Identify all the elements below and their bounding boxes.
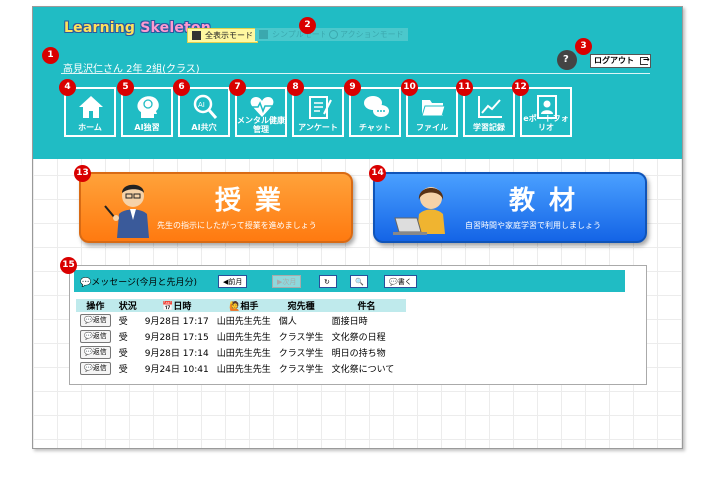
mode-simple-button[interactable]: シンプルモード xyxy=(255,28,332,41)
teacher-icon xyxy=(104,184,149,238)
chat-icon xyxy=(364,96,389,117)
reload-button[interactable]: ↻ xyxy=(319,275,337,288)
lesson-button[interactable]: 授業 先生の指示にしたがって授業を進めましょう xyxy=(79,172,353,243)
person-icon: 🙋 xyxy=(229,302,241,312)
calendar-icon: 📅 xyxy=(162,302,174,312)
annotation-badge: 15 xyxy=(60,257,77,274)
annotation-badge: 6 xyxy=(173,79,190,96)
ai-magnifier-icon: AI xyxy=(193,94,218,119)
column-header: 📅日時 xyxy=(140,299,213,312)
nav-mental-health-button[interactable]: メンタル健康管理 xyxy=(235,87,287,137)
annotation-badge: 7 xyxy=(229,79,246,96)
messages-toolbar: 💬メッセージ(今月と先月分) ◀前月 ▶次月 ↻ 🔍 💬書く xyxy=(74,270,625,292)
reply-button[interactable]: 💬返信 xyxy=(80,361,111,375)
annotation-badge: 8 xyxy=(287,79,304,96)
messages-panel: 💬メッセージ(今月と先月分) ◀前月 ▶次月 ↻ 🔍 💬書く 操作 状況 📅日時… xyxy=(69,265,647,385)
nav-learning-record-button[interactable]: 学習記録 xyxy=(463,87,515,137)
write-button[interactable]: 💬書く xyxy=(384,275,417,288)
home-icon xyxy=(79,96,103,118)
material-subtitle: 自習時間や家庭学習で利用しましょう xyxy=(465,221,601,230)
message-icon: 💬 xyxy=(80,278,92,288)
logout-icon xyxy=(640,54,650,66)
grid-icon xyxy=(192,31,201,40)
annotation-badge: 11 xyxy=(456,79,473,96)
lesson-title: 授業 xyxy=(215,186,296,216)
folder-icon xyxy=(421,100,446,117)
annotation-badge: 3 xyxy=(575,38,592,55)
annotation-badge: 13 xyxy=(74,165,91,182)
reply-button[interactable]: 💬返信 xyxy=(80,345,111,359)
annotation-badge: 14 xyxy=(369,165,386,182)
table-row[interactable]: 💬返信 受 9月24日 10:41 山田先生先生 クラス学生 文化祭について xyxy=(76,360,406,376)
table-row[interactable]: 💬返信 受 9月28日 17:17 山田先生先生 個人 面接日時 xyxy=(76,312,406,328)
annotation-badge: 5 xyxy=(117,79,134,96)
line-chart-icon xyxy=(478,96,502,118)
logout-button[interactable]: ログアウト xyxy=(590,54,651,68)
annotation-badge: 1 xyxy=(42,47,59,64)
message-icon: 💬 xyxy=(84,315,93,324)
column-header: 🙋相手 xyxy=(212,299,275,312)
reply-button[interactable]: 💬返信 xyxy=(80,313,111,327)
student-laptop-icon xyxy=(393,187,445,235)
annotation-badge: 4 xyxy=(59,79,76,96)
material-title: 教材 xyxy=(509,186,590,216)
annotation-badge: 10 xyxy=(401,79,418,96)
divider xyxy=(61,73,650,74)
next-month-button[interactable]: ▶次月 xyxy=(272,275,302,288)
column-header: 操作 xyxy=(76,299,115,312)
messages-title: 💬メッセージ(今月と先月分) xyxy=(80,278,198,288)
brain-head-icon xyxy=(137,96,159,118)
message-icon: 💬 xyxy=(84,363,93,372)
column-header: 件名 xyxy=(327,299,406,312)
help-icon[interactable] xyxy=(557,50,577,70)
lesson-subtitle: 先生の指示にしたがって授業を進めましょう xyxy=(157,221,317,230)
table-row[interactable]: 💬返信 受 9月28日 17:14 山田先生先生 クラス学生 明日の持ち物 xyxy=(76,344,406,360)
mode-action-button[interactable]: アクションモード xyxy=(325,28,408,41)
material-button[interactable]: 教材 自習時間や家庭学習で利用しましょう xyxy=(373,172,647,243)
mode-full-button[interactable]: 全表示モード xyxy=(187,28,258,43)
column-header: 宛先種 xyxy=(274,299,328,312)
message-icon: 💬 xyxy=(389,278,398,286)
message-icon: 💬 xyxy=(84,331,93,340)
svg-text:AI: AI xyxy=(198,101,205,109)
radio-icon xyxy=(329,30,338,39)
refresh-icon: ↻ xyxy=(324,278,330,286)
table-row[interactable]: 💬返信 受 9月28日 17:15 山田先生先生 クラス学生 文化祭の日程 xyxy=(76,328,406,344)
annotation-badge: 12 xyxy=(512,79,529,96)
message-icon: 💬 xyxy=(84,347,93,356)
reply-button[interactable]: 💬返信 xyxy=(80,329,111,343)
app-window: Learning Skeleton 全表示モード シンプルモード アクションモー… xyxy=(32,6,683,449)
annotation-badge: 2 xyxy=(299,17,316,34)
search-button[interactable]: 🔍 xyxy=(350,275,368,288)
clipboard-icon xyxy=(309,96,332,119)
annotation-badge: 9 xyxy=(344,79,361,96)
search-icon: 🔍 xyxy=(355,278,364,286)
nav-eportfolio-button[interactable]: eポートフォリオ xyxy=(520,87,572,137)
prev-month-button[interactable]: ◀前月 xyxy=(218,275,248,288)
column-header: 状況 xyxy=(114,299,141,312)
grid-icon xyxy=(259,30,268,39)
messages-table: 操作 状況 📅日時 🙋相手 宛先種 件名 💬返信 受 9月28日 17:17 山… xyxy=(76,299,406,376)
